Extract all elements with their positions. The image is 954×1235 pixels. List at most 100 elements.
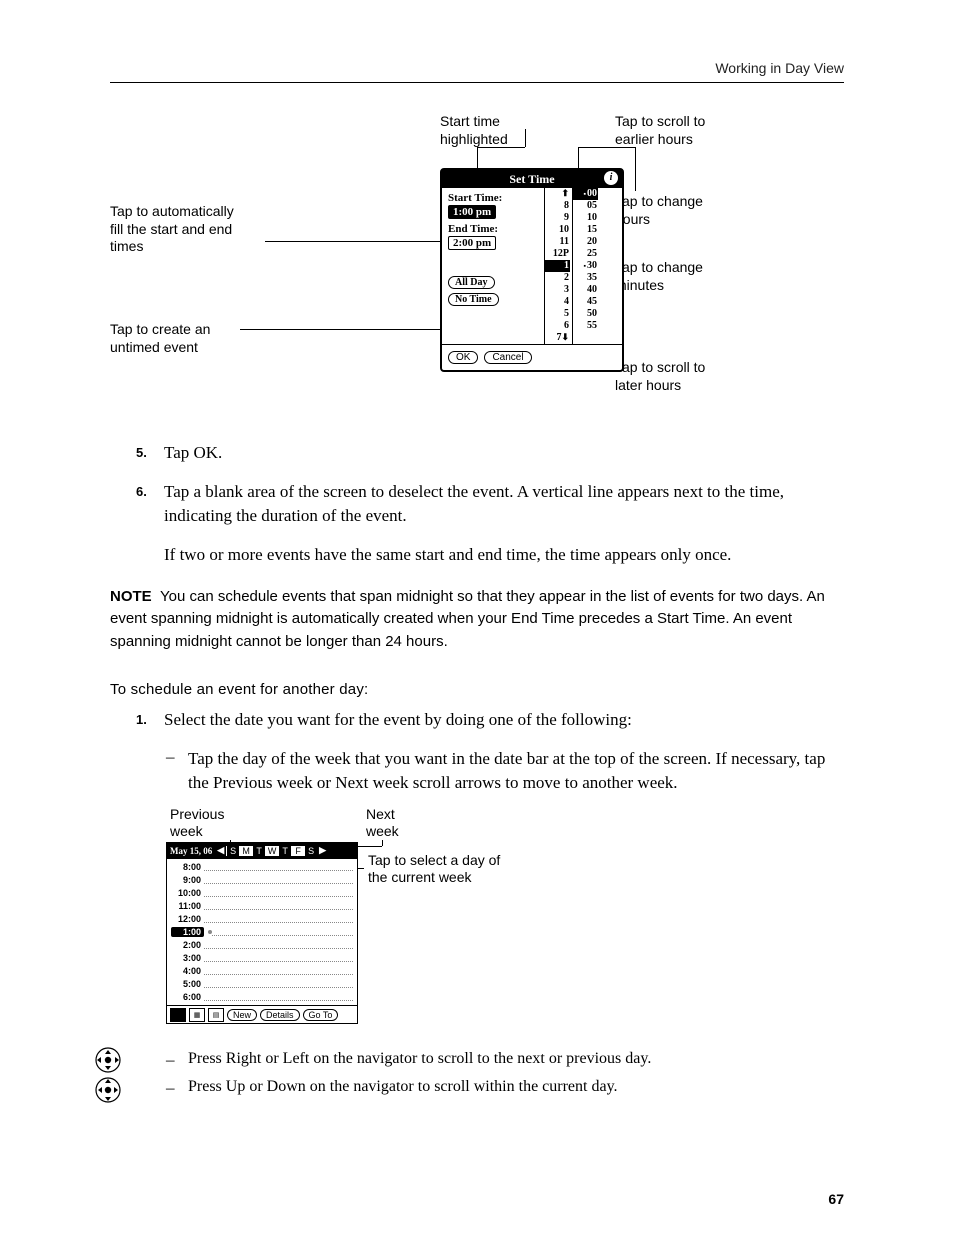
hour[interactable]: 11	[545, 236, 569, 248]
minute[interactable]: 10	[573, 212, 597, 224]
figure-day-view: Previous week Next week Tap to select a …	[166, 812, 844, 1032]
hour[interactable]: 3	[545, 284, 569, 296]
page: Working in Day View Start time highlight…	[0, 0, 954, 1235]
set-time-titlebar: Set Time i	[442, 170, 622, 188]
minute[interactable]: 45	[573, 296, 597, 308]
time-label: 9:00	[171, 875, 204, 885]
end-time-value[interactable]: 2:00 pm	[448, 236, 496, 250]
time-slot[interactable]	[204, 942, 353, 949]
new-button[interactable]: New	[227, 1009, 257, 1021]
note-text: You can schedule events that span midnig…	[110, 588, 825, 650]
day-t[interactable]: T	[252, 846, 265, 856]
minute-selected[interactable]: 00	[573, 188, 598, 200]
time-slot[interactable]	[204, 968, 353, 975]
all-day-button[interactable]: All Day	[448, 276, 495, 289]
leader	[477, 147, 525, 148]
minute[interactable]: 15	[573, 224, 597, 236]
note-label: NOTE	[110, 588, 152, 605]
prev-week-icon[interactable]: ◀	[215, 845, 226, 856]
procedure-heading: To schedule an event for another day:	[110, 681, 844, 698]
view-month-icon[interactable]: ▤	[208, 1008, 224, 1022]
end-time-label: End Time:	[448, 223, 540, 235]
view-day-icon[interactable]	[170, 1008, 186, 1022]
hours-column[interactable]: ⬆ 8 9 10 11 12P 1 2 3 4 5 6 7⬇	[544, 188, 572, 344]
start-time-label: Start Time:	[448, 192, 540, 204]
minute[interactable]: 50	[573, 308, 597, 320]
minute[interactable]: 40	[573, 284, 597, 296]
step-text: Tap a blank area of the screen to desele…	[164, 480, 844, 529]
time-label: 4:00	[171, 966, 204, 976]
hour[interactable]: 2	[545, 272, 569, 284]
goto-button[interactable]: Go To	[303, 1009, 339, 1021]
time-slot[interactable]	[204, 955, 353, 962]
hour[interactable]: 6	[545, 320, 569, 332]
annot-tap-day: Tap to select a day of the current week	[368, 852, 500, 887]
step-number: 1.	[136, 708, 164, 733]
day-t2[interactable]: T	[278, 846, 291, 856]
view-week-icon[interactable]: ▦	[189, 1008, 205, 1022]
time-slot[interactable]	[204, 877, 353, 884]
time-slot[interactable]	[204, 916, 353, 923]
leader	[635, 147, 636, 191]
annot-scroll-later: Tap to scroll to later hours	[615, 359, 705, 394]
hour-selected[interactable]: 1	[545, 260, 570, 272]
cancel-button[interactable]: Cancel	[484, 351, 531, 364]
annot-prev-week: Previous week	[170, 806, 224, 841]
minute[interactable]: 35	[573, 272, 597, 284]
time-slot[interactable]	[204, 994, 353, 1001]
day-s[interactable]: S	[226, 846, 239, 856]
leader	[525, 129, 526, 147]
minutes-column[interactable]: 00 05 10 15 20 25 30 35 40 45 50 55	[572, 188, 600, 344]
bullet-dash: –	[166, 747, 188, 796]
hour[interactable]: 10	[545, 224, 569, 236]
minute[interactable]: 25	[573, 248, 597, 260]
running-head: Working in Day View	[110, 60, 844, 76]
bullet-text: Tap the day of the week that you want in…	[188, 747, 844, 796]
step-number: 6.	[136, 480, 164, 568]
minute[interactable]: 05	[573, 200, 597, 212]
set-time-title: Set Time	[509, 172, 554, 186]
day-f[interactable]: F	[291, 846, 304, 856]
time-slot[interactable]	[212, 929, 353, 936]
time-label: 5:00	[171, 979, 204, 989]
time-label-selected: 1:00	[171, 927, 204, 937]
time-label: 10:00	[171, 888, 204, 898]
day-s2[interactable]: S	[304, 846, 317, 856]
hour[interactable]: 5	[545, 308, 569, 320]
minute[interactable]: 30	[573, 260, 597, 272]
day-m[interactable]: M	[239, 846, 252, 856]
time-slot[interactable]	[204, 890, 353, 897]
day-view-screen: May 15, 06 ◀ S M T W T F S ▶ 8:00 9:00 1…	[166, 842, 358, 1024]
hour[interactable]: 8	[545, 200, 569, 212]
details-button[interactable]: Details	[260, 1009, 300, 1021]
annot-auto-fill: Tap to automatically fill the start and …	[110, 203, 234, 256]
bullet-text: Press Up or Down on the navigator to scr…	[188, 1078, 618, 1098]
leader	[578, 147, 635, 148]
info-icon[interactable]: i	[604, 171, 618, 185]
hour[interactable]: 9	[545, 212, 569, 224]
annot-next-week: Next week	[366, 806, 399, 841]
time-slot[interactable]	[204, 981, 353, 988]
time-label: 2:00	[171, 940, 204, 950]
note-block: NOTE You can schedule events that span m…	[110, 586, 844, 654]
set-time-dialog: Set Time i Start Time: 1:00 pm End Time:…	[440, 168, 624, 372]
start-time-value[interactable]: 1:00 pm	[448, 205, 496, 219]
minute[interactable]: 55	[573, 320, 597, 332]
day-w[interactable]: W	[265, 846, 278, 856]
no-time-button[interactable]: No Time	[448, 293, 499, 306]
scroll-down-icon[interactable]: ⬇	[561, 332, 569, 342]
time-label: 6:00	[171, 992, 204, 1002]
minute[interactable]: 20	[573, 236, 597, 248]
time-slot[interactable]	[204, 864, 353, 871]
step-text: Select the date you want for the event b…	[164, 708, 632, 733]
hour[interactable]: 12P	[545, 248, 569, 260]
next-week-icon[interactable]: ▶	[317, 845, 328, 856]
ok-button[interactable]: OK	[448, 351, 478, 364]
scroll-up-icon[interactable]: ⬆	[545, 188, 569, 200]
annot-change-hours: Tap to change hours	[615, 193, 703, 228]
bullet-dash: –	[166, 1078, 188, 1098]
header-rule	[110, 82, 844, 83]
time-slot[interactable]	[204, 903, 353, 910]
time-label: 3:00	[171, 953, 204, 963]
hour[interactable]: 4	[545, 296, 569, 308]
